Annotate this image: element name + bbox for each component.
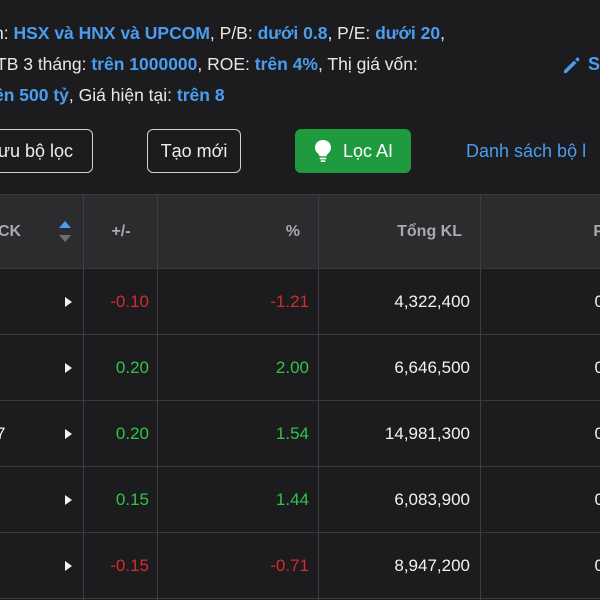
expand-arrow-icon[interactable]	[64, 401, 76, 466]
expand-arrow-icon[interactable]	[64, 335, 76, 400]
create-new-button[interactable]: Tạo mới	[147, 129, 241, 173]
cell-next: 0	[594, 489, 600, 509]
header-ck[interactable]: CK	[0, 195, 82, 268]
column-divider	[480, 194, 481, 600]
header-ck-label: CK	[0, 222, 22, 240]
header-percent[interactable]: %	[158, 195, 318, 268]
criteria-value: HSX và HNX và UPCOM	[13, 23, 210, 43]
cell-percent: -1.21	[270, 291, 309, 311]
cell-ck	[0, 533, 36, 598]
cell-next: 0	[594, 555, 600, 575]
table-body: -0.10 -1.21 4,322,400 0 0.20 2.00 6,646,500 0 7 0…	[0, 269, 600, 599]
edit-label: S	[588, 54, 600, 74]
header-percent-label: %	[285, 222, 300, 240]
table-row[interactable]: -0.15 -0.71 8,947,200 0	[0, 533, 600, 599]
cell-volume: 6,646,500	[394, 357, 470, 377]
cell-change: 0.20	[115, 357, 149, 377]
cell-next: 0	[594, 357, 600, 377]
expand-arrow-icon[interactable]	[64, 467, 76, 532]
criteria-label: , Giá hiện tại:	[68, 85, 177, 105]
criteria-label: TB 3 tháng:	[0, 54, 92, 74]
cell-ck	[0, 335, 36, 400]
cell-volume: 6,083,900	[394, 489, 470, 509]
edit-criteria-button[interactable]: S	[562, 54, 600, 75]
cell-percent: 1.54	[275, 423, 309, 443]
criteria-value: trên 1000000	[91, 54, 198, 74]
criteria-line-2: TB 3 tháng: trên 1000000, ROE: trên 4%, …	[0, 49, 556, 80]
filter-list-link[interactable]: Danh sách bộ l	[466, 141, 586, 162]
cell-ck	[0, 269, 36, 334]
sort-icon[interactable]	[58, 219, 72, 250]
cell-next: 0	[594, 291, 600, 311]
criteria-label: , Thị giá vốn:	[318, 54, 418, 74]
header-volume-label: Tổng KL	[397, 222, 462, 240]
expand-arrow-icon[interactable]	[64, 269, 76, 334]
filter-criteria: n: HSX và HNX và UPCOM, P/B: dưới 0.8, P…	[0, 18, 560, 111]
cell-change: 0.20	[115, 423, 149, 443]
cell-change: 0.15	[115, 489, 149, 509]
cell-ck	[0, 467, 36, 532]
cell-volume: 4,322,400	[394, 291, 470, 311]
criteria-value: trên 4%	[254, 54, 318, 74]
table-header: CK +/- % Tổng KL P	[0, 194, 600, 269]
criteria-value: dưới 0.8	[257, 23, 328, 43]
column-divider	[157, 194, 158, 600]
table-row[interactable]: 7 0.20 1.54 14,981,300 0	[0, 401, 600, 467]
ai-filter-label: Lọc AI	[342, 140, 394, 161]
criteria-label: , ROE:	[197, 54, 255, 74]
table-row[interactable]: -0.10 -1.21 4,322,400 0	[0, 269, 600, 335]
cell-percent: 1.44	[275, 489, 309, 509]
criteria-label: n:	[0, 23, 9, 43]
criteria-label: , P/E:	[327, 23, 376, 43]
header-next-label: P	[593, 222, 600, 240]
lightbulb-icon	[314, 140, 331, 162]
criteria-value: ên 500 tỷ	[0, 85, 69, 105]
header-next[interactable]: P	[480, 195, 600, 268]
pencil-icon	[564, 56, 580, 73]
table-row[interactable]: 0.20 2.00 6,646,500 0	[0, 335, 600, 401]
save-filter-button[interactable]: ưu bộ lọc	[0, 129, 93, 173]
stock-table: CK +/- % Tổng KL P -0.10 -1.21 4,322,400 0 0…	[0, 194, 600, 600]
criteria-line-1: n: HSX và HNX và UPCOM, P/B: dưới 0.8, P…	[0, 18, 554, 49]
table-row[interactable]: 0.15 1.44 6,083,900 0	[0, 467, 600, 533]
ai-filter-button[interactable]: Lọc AI	[295, 129, 411, 173]
cell-ck: 7	[0, 423, 6, 443]
cell-percent: -0.71	[270, 555, 309, 575]
cell-volume: 14,981,300	[384, 423, 470, 443]
cell-next: 0	[594, 423, 600, 443]
header-change-label: +/-	[111, 222, 131, 240]
header-change[interactable]: +/-	[84, 195, 158, 268]
criteria-value: trên 8	[176, 85, 225, 105]
criteria-line-3: ên 500 tỷ, Giá hiện tại: trên 8	[0, 80, 554, 111]
cell-percent: 2.00	[275, 357, 309, 377]
criteria-value: dưới 20	[375, 23, 441, 43]
criteria-label: , P/B:	[209, 23, 258, 43]
expand-arrow-icon[interactable]	[64, 533, 76, 598]
header-volume[interactable]: Tổng KL	[318, 195, 480, 268]
cell-volume: 8,947,200	[394, 555, 470, 575]
column-divider	[318, 194, 319, 600]
cell-change: -0.15	[110, 555, 149, 575]
criteria-label: ,	[440, 23, 445, 43]
column-divider	[83, 194, 84, 600]
cell-change: -0.10	[110, 291, 149, 311]
